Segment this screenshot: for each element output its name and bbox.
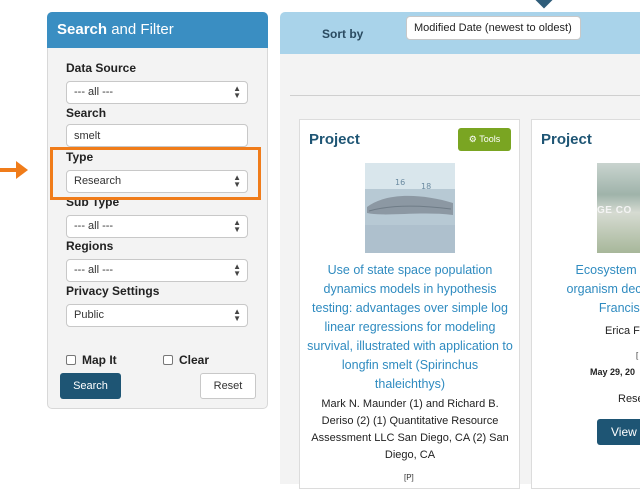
filter-header-bold: Search: [57, 21, 108, 38]
card-description-line: Ecosystem ana: [575, 263, 640, 277]
sub-type-value: --- all ---: [74, 220, 114, 232]
card-description-line: Francisco: [598, 301, 640, 315]
card-title: Project: [541, 131, 592, 148]
sub-type-select[interactable]: --- all --- ▲ ▼: [66, 215, 248, 238]
card-description-link[interactable]: Ecosystem ana organism decline Francisco: [541, 261, 640, 318]
card-authors: Mark N. Maunder (1) and Richard B. Deris…: [311, 398, 509, 461]
card-date: May 29, 20: [590, 367, 636, 377]
svg-text:16: 16: [395, 178, 405, 187]
search-button[interactable]: Search: [60, 373, 121, 399]
select-arrows-icon: ▲ ▼: [233, 84, 241, 100]
select-arrows-icon: ▲ ▼: [233, 218, 241, 234]
card-authors: Erica Fl: [605, 325, 640, 337]
data-source-select[interactable]: --- all --- ▲ ▼: [66, 81, 248, 104]
regions-value: --- all ---: [74, 264, 114, 276]
sort-select[interactable]: Modified Date (newest to oldest): [406, 16, 581, 40]
privacy-label: Privacy Settings: [66, 284, 160, 298]
data-source-label: Data Source: [66, 61, 137, 75]
card-type: Rese: [618, 393, 640, 405]
card-meta: [: [636, 351, 639, 360]
select-arrows-icon: ▲ ▼: [233, 262, 241, 278]
map-it-checkbox[interactable]: [66, 355, 76, 365]
type-highlight-box: [50, 147, 261, 200]
sort-label: Sort by: [322, 27, 364, 41]
clear-checkbox[interactable]: [163, 355, 173, 365]
filter-panel-header: Search and Filter: [47, 12, 268, 48]
reset-button[interactable]: Reset: [200, 373, 256, 399]
card-meta: [P]: [404, 473, 414, 482]
svg-text:18: 18: [421, 182, 431, 191]
card-title: Project: [309, 131, 360, 148]
search-input[interactable]: smelt: [66, 124, 248, 147]
sort-caret-icon: [535, 0, 553, 9]
clear-label: Clear: [179, 353, 210, 367]
project-thumbnail: 16 18: [365, 163, 455, 253]
filter-header-rest: and Filter: [107, 21, 174, 38]
tools-label: Tools: [479, 134, 501, 144]
select-arrows-icon: ▲ ▼: [233, 307, 241, 323]
thumbnail-text: GE CO: [597, 205, 632, 216]
divider: [290, 95, 640, 96]
map-it-label: Map It: [82, 353, 117, 367]
tools-button[interactable]: ⚙ Tools: [458, 128, 511, 151]
privacy-value: Public: [74, 309, 104, 321]
regions-select[interactable]: --- all --- ▲ ▼: [66, 259, 248, 282]
card-description-line: organism decline: [566, 282, 640, 296]
search-label: Search: [66, 106, 107, 120]
data-source-value: --- all ---: [74, 86, 114, 98]
search-input-value: smelt: [74, 130, 101, 142]
card-description-link[interactable]: Use of state space population dynamics m…: [307, 261, 513, 394]
annotation-arrow-icon: [16, 161, 28, 179]
gear-icon: ⚙: [468, 134, 477, 144]
sort-select-value: Modified Date (newest to oldest): [414, 22, 572, 34]
regions-label: Regions: [66, 239, 114, 253]
privacy-select[interactable]: Public ▲ ▼: [66, 304, 248, 327]
view-details-button[interactable]: View D: [597, 419, 640, 445]
